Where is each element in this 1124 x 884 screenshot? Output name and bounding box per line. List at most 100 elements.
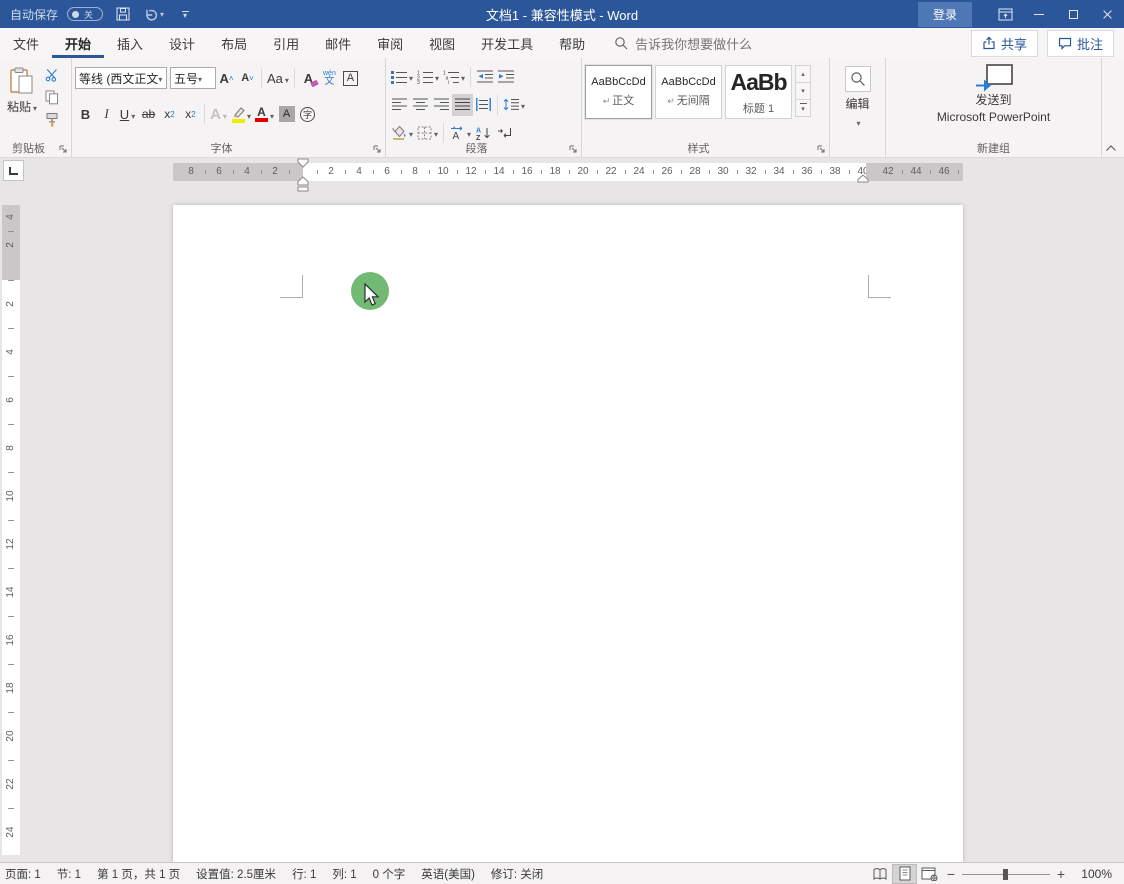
- tab-developer[interactable]: 开发工具: [468, 28, 546, 58]
- grow-font-button[interactable]: A ˄: [216, 67, 237, 89]
- tab-stop-selector[interactable]: [3, 160, 24, 181]
- tab-mailings[interactable]: 邮件: [312, 28, 364, 58]
- status-page-of[interactable]: 第 1 页，共 1 页: [97, 866, 180, 882]
- save-icon[interactable]: [112, 4, 134, 24]
- tab-home[interactable]: 开始: [52, 28, 105, 58]
- font-name-combo[interactable]: 等线 (西文正文: [75, 67, 167, 89]
- subscript-button[interactable]: x2: [159, 103, 180, 125]
- copy-button[interactable]: [41, 88, 62, 106]
- close-button[interactable]: [1090, 0, 1124, 28]
- comments-button[interactable]: 批注: [1046, 29, 1114, 57]
- share-button[interactable]: 共享: [970, 29, 1038, 57]
- styles-scroll-down-button[interactable]: ▾: [795, 82, 811, 100]
- tab-insert[interactable]: 插入: [104, 28, 156, 58]
- tab-review[interactable]: 审阅: [364, 28, 416, 58]
- customize-qat-icon[interactable]: ▾: [174, 4, 196, 24]
- minimize-button[interactable]: [1022, 0, 1056, 28]
- document-page[interactable]: [173, 205, 963, 862]
- zoom-in-button[interactable]: +: [1052, 866, 1070, 882]
- status-track-changes[interactable]: 修订: 关闭: [491, 866, 543, 882]
- style-heading1[interactable]: AaBb 标题 1: [725, 65, 792, 119]
- italic-button[interactable]: I: [96, 103, 117, 125]
- tab-file[interactable]: 文件: [0, 28, 52, 58]
- first-line-indent-marker[interactable]: [297, 158, 309, 168]
- style-label: 标题 1: [742, 102, 775, 115]
- character-border-button[interactable]: A: [340, 67, 361, 89]
- line-spacing-button[interactable]: [501, 94, 527, 116]
- styles-scroll-up-button[interactable]: ▴: [795, 65, 811, 83]
- strikethrough-button[interactable]: ab: [138, 103, 159, 125]
- font-color-button[interactable]: A: [253, 103, 276, 125]
- collapse-ribbon-icon[interactable]: [1105, 144, 1117, 152]
- bold-button[interactable]: B: [75, 103, 96, 125]
- highlight-color-button[interactable]: [229, 103, 253, 125]
- signin-button[interactable]: 登录: [917, 1, 972, 27]
- underline-glyph: U: [119, 106, 130, 122]
- hanging-indent-marker[interactable]: [297, 176, 309, 192]
- multilevel-list-button[interactable]: 1ai: [441, 66, 467, 88]
- cut-button[interactable]: [41, 66, 62, 84]
- increase-indent-button[interactable]: [495, 66, 516, 88]
- status-setting[interactable]: 设置值: 2.5厘米: [196, 866, 276, 882]
- style-preview: AaBbCcDd: [591, 76, 646, 88]
- clipboard-dialog-launcher[interactable]: [58, 144, 68, 154]
- paragraph-dialog-launcher[interactable]: [568, 144, 578, 154]
- undo-icon[interactable]: ▾: [143, 4, 165, 24]
- numbering-button[interactable]: 123: [415, 66, 441, 88]
- status-word-count[interactable]: 0 个字: [373, 866, 406, 882]
- style-normal[interactable]: AaBbCcDd ↵ 正文: [585, 65, 652, 119]
- shrink-font-button[interactable]: A ˅: [237, 67, 258, 89]
- zoom-out-button[interactable]: −: [942, 866, 960, 882]
- autosave-toggle[interactable]: 关: [67, 7, 104, 21]
- underline-button[interactable]: U: [117, 103, 138, 125]
- tab-help[interactable]: 帮助: [546, 28, 598, 58]
- tab-layout[interactable]: 布局: [208, 28, 260, 58]
- superscript-button[interactable]: x2: [180, 103, 201, 125]
- vertical-ruler[interactable]: 42 2 4 6 8 10 12 14 16 18 20 22 24: [2, 205, 20, 855]
- tell-me-search[interactable]: 告诉我你想要做什么: [614, 28, 752, 58]
- status-language[interactable]: 英语(美国): [421, 866, 475, 882]
- print-layout-button[interactable]: [892, 863, 917, 884]
- clear-formatting-button[interactable]: A: [298, 67, 319, 89]
- right-indent-marker[interactable]: [857, 174, 869, 183]
- paste-button[interactable]: 粘贴: [3, 64, 41, 128]
- zoom-slider[interactable]: [962, 867, 1050, 881]
- decrease-indent-button[interactable]: [474, 66, 495, 88]
- editing-button[interactable]: 编辑: [833, 58, 882, 129]
- status-line[interactable]: 行: 1: [292, 866, 316, 882]
- align-left-button[interactable]: [389, 94, 410, 116]
- web-layout-button[interactable]: [917, 864, 942, 884]
- horizontal-ruler[interactable]: 8642 2 4 6 8 10 12 14 16 18 20 22 24 26 28 30 32 34 36 38 4…: [173, 158, 963, 192]
- styles-more-button[interactable]: ▾: [795, 99, 811, 117]
- close-icon: [1102, 9, 1113, 20]
- zoom-level[interactable]: 100%: [1070, 867, 1112, 881]
- ribbon-display-options-icon[interactable]: [988, 0, 1022, 28]
- distribute-button[interactable]: [473, 94, 494, 116]
- enclose-characters-button[interactable]: 字: [297, 103, 318, 125]
- status-page[interactable]: 页面: 1: [5, 866, 41, 882]
- tab-view[interactable]: 视图: [416, 28, 468, 58]
- styles-dialog-launcher[interactable]: [816, 144, 826, 154]
- style-no-spacing[interactable]: AaBbCcDd ↵ 无间隔: [655, 65, 722, 119]
- phonetic-guide-button[interactable]: wén 文: [319, 67, 340, 89]
- text-effects-button[interactable]: A: [208, 103, 229, 125]
- tab-design[interactable]: 设计: [156, 28, 208, 58]
- align-center-button[interactable]: [410, 94, 431, 116]
- bullets-button[interactable]: [389, 66, 415, 88]
- font-dialog-launcher[interactable]: [372, 144, 382, 154]
- align-right-button[interactable]: [431, 94, 452, 116]
- character-shading-button[interactable]: A: [276, 103, 297, 125]
- change-case-button[interactable]: Aa: [265, 67, 291, 89]
- read-mode-button[interactable]: [867, 864, 892, 884]
- ruler-tick: [401, 170, 402, 174]
- justify-button[interactable]: [452, 93, 473, 116]
- zoom-thumb[interactable]: [1003, 868, 1008, 880]
- status-column[interactable]: 列: 1: [332, 866, 356, 882]
- send-to-powerpoint-button[interactable]: 发送到 Microsoft PowerPoint: [889, 58, 1098, 126]
- document-area[interactable]: 42 2 4 6 8 10 12 14 16 18 20 22 24: [0, 186, 1124, 862]
- font-size-combo[interactable]: 五号: [170, 67, 216, 89]
- tab-references[interactable]: 引用: [260, 28, 312, 58]
- format-painter-button[interactable]: [41, 110, 62, 128]
- maximize-button[interactable]: [1056, 0, 1090, 28]
- status-section[interactable]: 节: 1: [57, 866, 81, 882]
